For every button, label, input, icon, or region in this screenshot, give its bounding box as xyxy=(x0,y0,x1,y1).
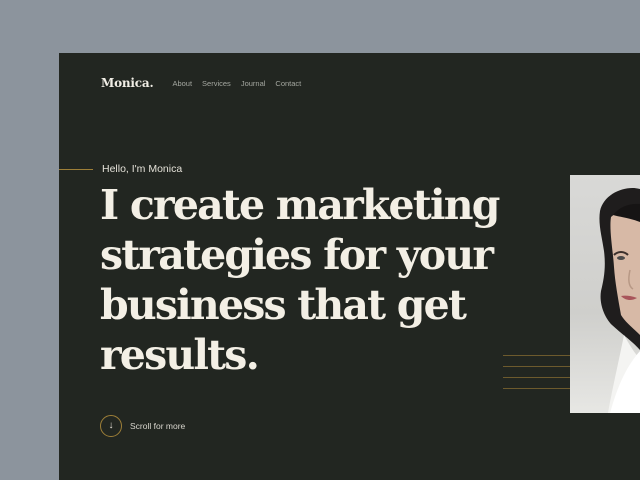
nav-link-about[interactable]: About xyxy=(172,79,192,88)
headline-line-1: I create marketing xyxy=(100,181,500,229)
decorative-line-2 xyxy=(503,366,571,367)
greeting-text: Hello, I'm Monica xyxy=(102,163,183,175)
arrow-down-icon[interactable]: ↓ xyxy=(100,415,122,437)
headline-line-2: strategies for your xyxy=(100,231,494,279)
decorative-line-3 xyxy=(503,377,571,378)
headline-line-3: business that get xyxy=(100,281,467,329)
scroll-for-more-button[interactable]: ↓ Scroll for more xyxy=(100,415,185,437)
hero-page: Monica. About Services Journal Contact H… xyxy=(59,53,640,480)
scroll-label: Scroll for more xyxy=(130,421,186,431)
brand-logo[interactable]: Monica. xyxy=(101,76,154,90)
headline-line-4: results. xyxy=(100,331,260,379)
greeting-accent-line xyxy=(59,169,93,170)
nav-link-journal[interactable]: Journal xyxy=(241,79,266,88)
decorative-line-4 xyxy=(503,388,571,389)
nav-link-contact[interactable]: Contact xyxy=(275,79,301,88)
portrait-photo xyxy=(570,175,640,413)
top-navigation: Monica. About Services Journal Contact xyxy=(101,76,311,90)
hero-headline: I create marketing strategies for your b… xyxy=(100,180,550,380)
nav-link-services[interactable]: Services xyxy=(202,79,231,88)
decorative-line-1 xyxy=(503,355,571,356)
